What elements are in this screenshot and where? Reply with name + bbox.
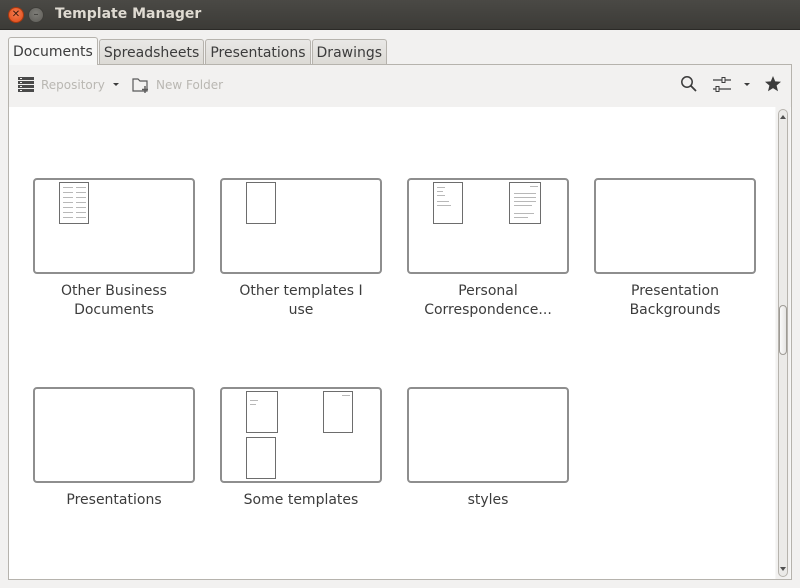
settings-sliders-icon [713, 77, 731, 92]
chevron-down-icon [744, 83, 750, 86]
vertical-scrollbar[interactable] [776, 107, 790, 579]
document-preview [59, 182, 89, 224]
scrollbar-thumb[interactable] [779, 305, 787, 355]
folder-label: Presentations [66, 492, 162, 508]
minimize-icon: – [33, 9, 39, 20]
document-preview [246, 437, 276, 479]
folder-label: Presentation Backgrounds [629, 283, 721, 318]
tab-drawings[interactable]: Drawings [311, 39, 388, 65]
tab-presentations[interactable]: Presentations [205, 39, 311, 65]
folder-label: styles [467, 492, 509, 508]
folder-label: Other templates I use [239, 283, 363, 318]
document-preview [246, 182, 276, 224]
scroll-down-icon[interactable] [780, 567, 786, 571]
search-icon [681, 76, 697, 92]
document-preview [509, 182, 541, 224]
close-button[interactable]: ✕ [8, 7, 24, 23]
minimize-button[interactable]: – [28, 7, 44, 23]
window-title: Template Manager [55, 6, 202, 22]
folder-label: Other Business Documents [61, 283, 167, 318]
new-folder-button[interactable]: New Folder [132, 76, 223, 94]
favorites-button[interactable] [764, 75, 782, 93]
folder-thumbnail [33, 178, 195, 274]
scrollbar-track[interactable] [778, 109, 788, 577]
folder-thumbnail [220, 387, 382, 483]
folder-thumbnail [407, 387, 569, 483]
repository-button[interactable]: Repository [18, 76, 105, 94]
folder-label: Personal Correspondence... [424, 283, 552, 318]
document-preview [323, 391, 353, 433]
repository-dropdown[interactable] [112, 77, 120, 91]
folder-thumbnail [220, 178, 382, 274]
folder-thumbnail [594, 178, 756, 274]
tab-panel: Repository New Folder Other Business Doc… [8, 64, 792, 580]
folder-thumbnail [407, 178, 569, 274]
chevron-down-icon [113, 83, 119, 86]
document-preview [433, 182, 463, 224]
tab-spreadsheets[interactable]: Spreadsheets [98, 39, 205, 65]
search-button[interactable] [680, 75, 698, 93]
close-icon: ✕ [11, 9, 21, 20]
star-icon [765, 76, 781, 92]
new-folder-icon [132, 78, 148, 93]
scroll-up-icon[interactable] [780, 115, 786, 119]
document-preview [246, 391, 278, 433]
list-icon [18, 77, 34, 92]
folder-label: Some templates [243, 492, 359, 508]
repository-label: Repository [41, 78, 105, 92]
tab-bar: Documents Spreadsheets Presentations Dra… [8, 37, 388, 65]
tab-documents[interactable]: Documents [8, 37, 98, 65]
toolbar: Repository New Folder [9, 65, 791, 107]
new-folder-label: New Folder [156, 78, 224, 92]
settings-button[interactable] [712, 75, 732, 95]
title-bar: ✕ – Template Manager [0, 0, 800, 30]
settings-dropdown[interactable] [743, 77, 751, 91]
template-view[interactable]: Other Business Documents Other templates… [9, 107, 775, 579]
folder-thumbnail [33, 387, 195, 483]
